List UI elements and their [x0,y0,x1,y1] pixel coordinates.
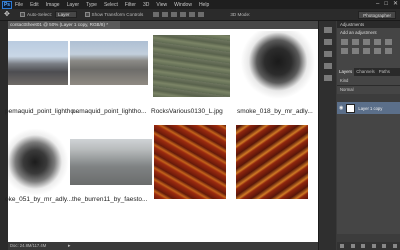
move-tool-icon[interactable]: ✥ [4,11,12,19]
auto-select-dropdown[interactable]: Layer [55,11,77,18]
document-tab[interactable]: contactSheet01 @ 50% (Layer 1 copy, RGB/… [8,21,120,29]
layer-row[interactable]: ◉ Layer 1 copy [337,102,400,114]
trash-icon[interactable] [392,244,397,248]
new-group-icon[interactable] [371,244,376,248]
mask-icon[interactable] [361,244,366,248]
window-controls: – □ ✕ [376,1,398,8]
right-panels: Adjustments Add an adjustment Layers Cha… [337,21,400,250]
caption-1: pemaquid_point_lightho... [5,108,80,115]
channel-mixer-icon[interactable] [385,48,392,54]
menu-window[interactable]: Window [174,2,192,8]
caption-5: oke_051_by_mr_adly... [5,196,73,203]
curves-icon[interactable] [363,39,370,45]
menu-filter[interactable]: Filter [125,2,136,8]
menu-help[interactable]: Help [199,2,209,8]
visibility-eye-icon[interactable]: ◉ [339,105,343,111]
adjustment-buttons [337,37,400,56]
thumbnail-coast-1 [8,41,68,85]
tab-channels[interactable]: Channels [354,68,377,76]
brightness-icon[interactable] [341,39,348,45]
caption-6: the_burren11_by_faesto... [72,196,148,203]
document-canvas[interactable]: pemaquid_point_lightho... pemaquid_point… [5,29,318,242]
thumbnail-burren [70,139,152,185]
history-icon[interactable] [323,27,332,33]
tools-panel[interactable] [0,21,8,250]
maximize-icon[interactable]: □ [384,1,388,8]
transform-controls-label: Show Transform Controls [91,12,144,17]
auto-select-checkbox[interactable] [20,12,25,17]
blend-mode-dropdown[interactable]: Normal [340,87,354,92]
status-menu-arrow-icon[interactable]: ▸ [68,242,71,250]
paragraph-icon[interactable] [323,75,332,81]
collapsed-panel-dock [318,21,336,250]
align-bottom-icon[interactable] [171,12,178,17]
layer-filter-bar[interactable]: Kind [337,76,400,86]
layers-panel-footer [337,242,400,250]
new-layer-icon[interactable] [382,244,387,248]
minimize-icon[interactable]: – [376,1,379,8]
document-tab-bar: contactSheet01 @ 50% (Layer 1 copy, RGB/… [8,21,320,29]
thumbnail-lava-2 [236,125,308,199]
menu-3d[interactable]: 3D [143,2,149,8]
exposure-icon[interactable] [374,39,381,45]
caption-2: pemaquid_point_lightho... [72,108,147,115]
layer-name: Layer 1 copy [358,105,383,111]
thumbnail-rock [153,35,230,97]
menu-file[interactable]: File [15,2,23,8]
align-top-icon[interactable] [153,12,160,17]
menu-select[interactable]: Select [104,2,118,8]
menu-bar: Ps File Edit Image Layer Type Select Fil… [0,0,400,9]
layer-thumbnail [346,103,356,113]
properties-icon[interactable] [323,39,332,45]
align-right-icon[interactable] [198,12,205,17]
adjustments-tab[interactable]: Adjustments [337,21,400,28]
tab-paths[interactable]: Paths [377,68,392,76]
layers-list-area [337,114,400,234]
hue-icon[interactable] [341,48,348,54]
photo-filter-icon[interactable] [374,48,381,54]
tab-layers[interactable]: Layers [337,68,355,76]
link-layers-icon[interactable] [340,244,345,248]
menu-view[interactable]: View [156,2,167,8]
align-center-icon[interactable] [189,12,196,17]
thumbnail-smoke-1 [240,31,316,99]
menu-layer[interactable]: Layer [67,2,80,8]
doc-size-readout: Doc: 24.8M/117.4M [10,243,47,248]
status-bar: Doc: 24.8M/117.4M ▸ [8,242,318,250]
3d-mode-label: 3D Mode: [230,12,251,17]
auto-select-label: Auto-Select: [27,12,53,17]
align-buttons [153,12,205,17]
color-balance-icon[interactable] [352,48,359,54]
options-bar: ✥ Auto-Select: Layer Show Transform Cont… [0,9,400,21]
adjustments-panel: Add an adjustment [337,28,400,68]
photoshop-logo: Ps [2,0,12,9]
thumbnail-lava-1 [154,125,226,199]
caption-4: smoke_018_by_mr_adly... [237,108,313,115]
align-left-icon[interactable] [180,12,187,17]
fx-icon[interactable] [350,244,355,248]
align-middle-icon[interactable] [162,12,169,17]
layer-filter-kind[interactable]: Kind [340,78,348,83]
thumbnail-smoke-2 [8,129,68,195]
layers-tabs: Layers Channels Paths [337,68,400,76]
levels-icon[interactable] [352,39,359,45]
brush-icon[interactable] [323,51,332,57]
workspace-dropdown[interactable]: Photographer [358,11,396,19]
menu-edit[interactable]: Edit [30,2,39,8]
character-icon[interactable] [323,63,332,69]
thumbnail-coast-2 [70,41,148,85]
close-icon[interactable]: ✕ [393,1,398,8]
menu-image[interactable]: Image [46,2,60,8]
vibrance-icon[interactable] [385,39,392,45]
black-white-icon[interactable] [363,48,370,54]
menu-type[interactable]: Type [86,2,97,8]
caption-3: RocksVarious0130_L.jpg [151,108,223,115]
transform-controls-checkbox[interactable] [84,12,90,17]
adjustments-title: Add an adjustment [340,30,377,35]
blend-mode-bar[interactable]: Normal [337,86,400,94]
